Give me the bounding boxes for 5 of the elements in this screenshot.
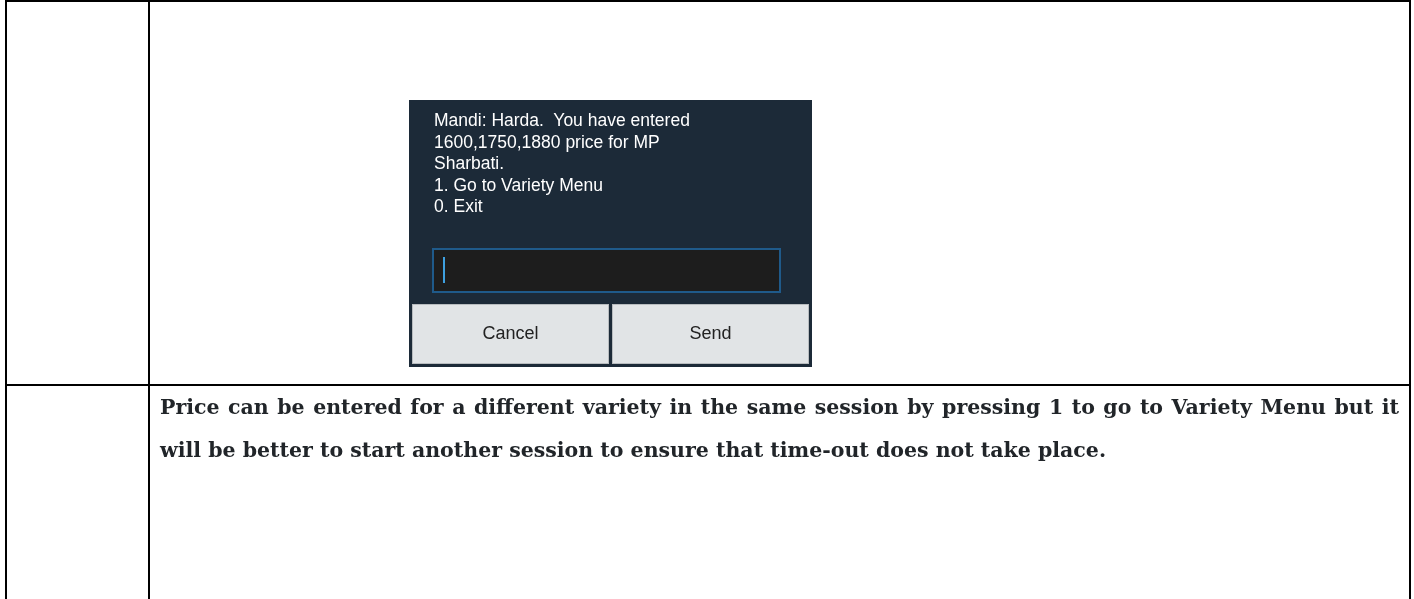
- input-field[interactable]: [432, 247, 781, 293]
- cancel-button[interactable]: Cancel: [412, 303, 609, 364]
- send-button[interactable]: Send: [612, 303, 809, 364]
- note-paragraph: Price can be entered for a different variety in the same session by pressing 1 to go to Variety Menu but it will be better to start another session to ensure that time-out does not take place.: [158, 394, 1400, 464]
- dialog-message: Mandi: Harda. You have entered 1600,1750,1880 price for MP Sharbati. 1. Go to Variety Menu 0. Exit: [433, 109, 691, 218]
